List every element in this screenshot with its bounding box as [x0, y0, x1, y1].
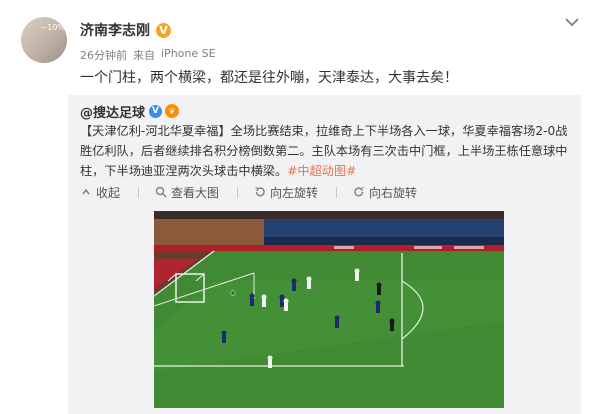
- avatar[interactable]: ~10%: [21, 17, 67, 63]
- repost-author-row: @搜达足球 V ❦: [80, 101, 180, 121]
- author-name[interactable]: 济南李志刚: [80, 20, 150, 40]
- action-divider: [138, 186, 140, 198]
- view-large-button[interactable]: 查看大图: [155, 184, 219, 201]
- magnifier-icon: [155, 186, 167, 198]
- chevron-down-icon[interactable]: [563, 14, 581, 30]
- rotate-right-icon: [353, 186, 365, 198]
- rotate-left-button[interactable]: 向左旋转: [254, 184, 318, 201]
- repost-author[interactable]: @搜达足球: [80, 102, 145, 121]
- verified-badge-icon[interactable]: V: [156, 22, 171, 38]
- weibo-post: ~10% 济南李志刚 V 26分钟前 来自 iPhone SE 一个门柱，两个横…: [0, 0, 596, 414]
- post-time[interactable]: 26分钟前: [80, 47, 127, 63]
- avatar-text: ~10%: [40, 23, 65, 32]
- verified-blue-icon[interactable]: V: [149, 104, 163, 118]
- author-row: 济南李志刚 V: [80, 20, 171, 40]
- post-source[interactable]: iPhone SE: [161, 47, 216, 63]
- post-meta: 26分钟前 来自 iPhone SE: [80, 47, 216, 63]
- post-text: 一个门柱，两个横梁，都还是往外嘣，天津泰达，大事去矣！: [80, 70, 458, 86]
- hashtag-link[interactable]: #中超动图#: [287, 164, 356, 178]
- repost-card: @搜达足球 V ❦ 【天津亿利-河北华夏幸福】全场比赛结束，拉维奇上下半场各入一…: [68, 95, 581, 414]
- member-badge-icon[interactable]: ❦: [165, 104, 180, 118]
- action-divider: [237, 186, 239, 198]
- repost-body: 【天津亿利-河北华夏幸福】全场比赛结束，拉维奇上下半场各入一球，华夏幸福客场2-…: [80, 121, 572, 181]
- image-actions-bar: 收起 查看大图 向左旋转 向右旋转: [80, 182, 435, 202]
- action-divider: [336, 186, 338, 198]
- view-large-label: 查看大图: [171, 185, 220, 200]
- source-prefix: 来自: [133, 49, 155, 62]
- collapse-button[interactable]: 收起: [80, 184, 120, 201]
- rotate-right-button[interactable]: 向右旋转: [353, 184, 417, 201]
- rotate-left-icon: [254, 186, 266, 198]
- rotate-left-label: 向左旋转: [270, 185, 319, 200]
- match-gif-image[interactable]: [154, 211, 504, 408]
- rotate-right-label: 向右旋转: [369, 185, 418, 200]
- collapse-label: 收起: [96, 185, 121, 200]
- football-scene: [154, 211, 504, 408]
- collapse-arrow-icon: [80, 186, 92, 198]
